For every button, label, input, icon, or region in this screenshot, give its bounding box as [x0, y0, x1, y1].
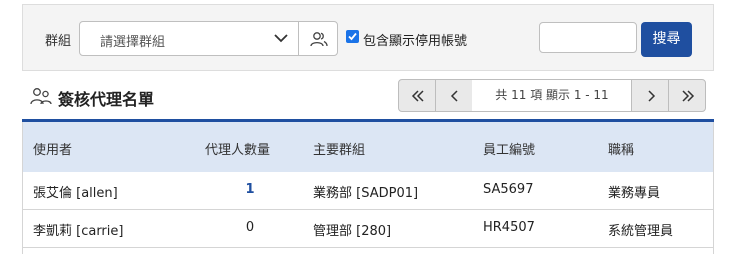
search-button[interactable]: 搜尋 — [641, 22, 692, 57]
filter-bar: 群組 請選擇群組 包含顯示停用帳號 搜尋 — [22, 4, 714, 71]
chevron-right-icon — [648, 90, 656, 102]
cell-employee-id: SA5697 — [483, 182, 534, 197]
next-page-button[interactable] — [631, 79, 669, 112]
header-user[interactable]: 使用者 — [33, 139, 72, 158]
header-employee-id[interactable]: 員工編號 — [483, 139, 535, 158]
include-disabled-checkbox[interactable] — [346, 30, 359, 43]
cell-agent-count: 0 — [245, 220, 255, 235]
include-disabled-label[interactable]: 包含顯示停用帳號 — [363, 30, 467, 49]
chevron-down-icon — [274, 34, 288, 43]
users-icon — [310, 32, 328, 47]
users-icon — [30, 88, 52, 105]
section-title: 簽核代理名單 — [58, 90, 155, 109]
table-row[interactable]: 張艾倫 [allen] 1 業務部 [SADP01] SA5697 業務專員 — [22, 172, 714, 210]
header-job-title[interactable]: 職稱 — [608, 139, 634, 158]
pager: 共 11 項 顯示 1 - 11 — [398, 79, 707, 112]
header-agent-count[interactable]: 代理人數量 — [205, 139, 270, 158]
cell-main-group: 管理部 [280] — [313, 224, 392, 239]
agent-count-link[interactable]: 1 — [245, 182, 255, 197]
group-select-placeholder: 請選擇群組 — [100, 35, 166, 50]
group-select[interactable]: 請選擇群組 — [79, 21, 299, 56]
pager-info: 共 11 項 顯示 1 - 11 — [472, 79, 632, 112]
cell-user: 張艾倫 [allen] — [33, 186, 118, 201]
prev-page-button[interactable] — [435, 79, 473, 112]
group-label: 群組 — [45, 34, 72, 49]
cell-user: 李凱莉 [carrie] — [33, 224, 124, 239]
header-main-group[interactable]: 主要群組 — [313, 139, 365, 158]
cell-employee-id: HR4507 — [483, 220, 535, 235]
cell-job-title: 業務專員 — [608, 186, 661, 201]
group-picker-button[interactable] — [298, 21, 338, 56]
chevron-left-icon — [450, 90, 458, 102]
double-chevron-right-icon — [682, 90, 695, 102]
cell-job-title: 系統管理員 — [608, 224, 674, 239]
table-row[interactable]: 李凱莉 [carrie] 0 管理部 [280] HR4507 系統管理員 — [22, 210, 714, 248]
last-page-button[interactable] — [668, 79, 706, 112]
check-icon — [348, 32, 357, 41]
table-header: 使用者 代理人數量 主要群組 員工編號 職稱 — [22, 122, 714, 172]
search-input[interactable] — [539, 22, 637, 53]
table-row[interactable] — [22, 248, 714, 254]
first-page-button[interactable] — [398, 79, 436, 112]
cell-main-group: 業務部 [SADP01] — [313, 186, 419, 201]
double-chevron-left-icon — [411, 90, 424, 102]
